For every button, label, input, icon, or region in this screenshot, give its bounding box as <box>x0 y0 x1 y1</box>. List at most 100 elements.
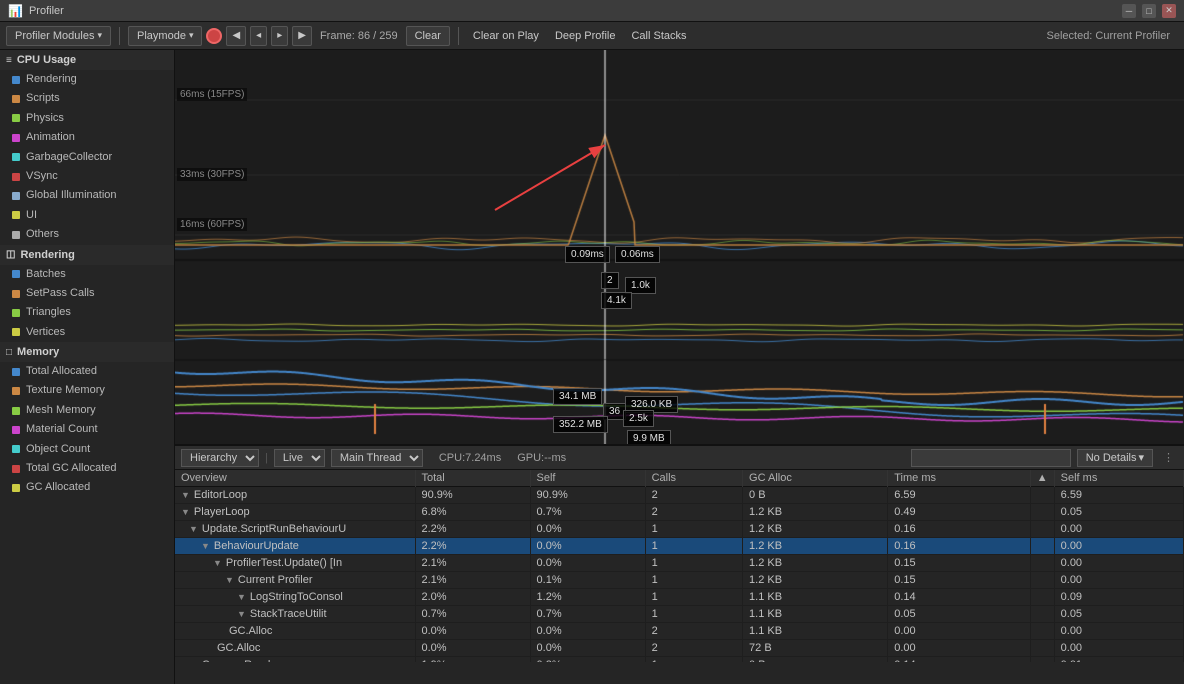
search-input[interactable] <box>911 449 1071 467</box>
table-row[interactable]: ▼ProfilerTest.Update() [In 2.1% 0.0% 1 1… <box>175 555 1184 572</box>
prev-frame-btn[interactable]: ◀ <box>226 26 246 46</box>
expand-arrow[interactable]: ▼ <box>213 558 222 568</box>
thread-select[interactable]: Main Thread <box>331 449 423 467</box>
next-frame-btn[interactable]: ▶ <box>292 26 312 46</box>
table-row[interactable]: ▼LogStringToConsol 2.0% 1.2% 1 1.1 KB 0.… <box>175 589 1184 606</box>
table-row[interactable]: ▼Current Profiler 2.1% 0.1% 1 1.2 KB 0.1… <box>175 572 1184 589</box>
total-gc-dot <box>12 465 20 473</box>
cell-calls: 2 <box>645 640 742 657</box>
sidebar-item-material-count[interactable]: Material Count <box>0 420 174 439</box>
cell-self: 1.2% <box>530 589 645 606</box>
modules-btn[interactable]: Profiler Modules <box>6 26 111 46</box>
sidebar-item-total-allocated[interactable]: Total Allocated <box>0 362 174 381</box>
cell-time-ms: 0.15 <box>888 555 1031 572</box>
table-scroll[interactable]: Overview Total Self Calls GC Alloc Time … <box>175 470 1184 662</box>
minimize-btn[interactable]: ─ <box>1122 4 1136 18</box>
expand-arrow[interactable]: ▼ <box>201 541 210 551</box>
cell-gc-alloc: 1.2 KB <box>743 538 888 555</box>
sidebar-item-physics[interactable]: Physics <box>0 109 174 128</box>
sidebar-item-vsync[interactable]: VSync <box>0 167 174 186</box>
cell-name: ▼LogStringToConsol <box>175 589 415 606</box>
section-header-rendering[interactable]: ◫ Rendering <box>0 245 174 265</box>
live-select[interactable]: Live <box>274 449 325 467</box>
cell-total: 2.1% <box>415 555 530 572</box>
sidebar-item-vertices[interactable]: Vertices <box>0 323 174 342</box>
table-row[interactable]: ▼PlayerLoop 6.8% 0.7% 2 1.2 KB 0.49 0.05 <box>175 504 1184 521</box>
table-row[interactable]: GC.Alloc 0.0% 0.0% 2 1.1 KB 0.00 0.00 <box>175 623 1184 640</box>
cell-flag <box>1030 521 1054 538</box>
sidebar-item-gc[interactable]: GarbageCollector <box>0 148 174 167</box>
sidebar-item-total-gc[interactable]: Total GC Allocated <box>0 459 174 478</box>
deep-profile-label[interactable]: Deep Profile <box>549 30 622 42</box>
sidebar-item-triangles[interactable]: Triangles <box>0 303 174 322</box>
vertices-label: Vertices <box>26 325 65 340</box>
physics-label: Physics <box>26 111 64 126</box>
sidebar-item-animation[interactable]: Animation <box>0 128 174 147</box>
expand-arrow[interactable]: ▼ <box>225 575 234 585</box>
next-frame-step-btn[interactable]: ▸ <box>271 26 288 46</box>
cell-gc-alloc: 1.1 KB <box>743 606 888 623</box>
sidebar-item-scripts[interactable]: Scripts <box>0 89 174 108</box>
col-total[interactable]: Total <box>415 470 530 487</box>
clear-btn[interactable]: Clear <box>406 26 450 46</box>
table-body: ▼EditorLoop 90.9% 90.9% 2 0 B 6.59 6.59 … <box>175 487 1184 663</box>
sidebar-item-object-count[interactable]: Object Count <box>0 440 174 459</box>
close-btn[interactable]: ✕ <box>1162 4 1176 18</box>
playmode-btn[interactable]: Playmode <box>128 26 202 46</box>
sidebar-item-rendering[interactable]: Rendering <box>0 70 174 89</box>
table-row[interactable]: ▼StackTraceUtilit 0.7% 0.7% 1 1.1 KB 0.0… <box>175 606 1184 623</box>
cell-calls: 2 <box>645 487 742 504</box>
expand-arrow[interactable]: ▼ <box>237 592 246 602</box>
table-row[interactable]: ▼EditorLoop 90.9% 90.9% 2 0 B 6.59 6.59 <box>175 487 1184 504</box>
record-btn[interactable] <box>206 28 222 44</box>
chart-area[interactable]: 66ms (15FPS) 33ms (30FPS) 16ms (60FPS) 0… <box>175 50 1184 444</box>
cell-gc-alloc: 72 B <box>743 640 888 657</box>
section-header-cpu[interactable]: ≡ CPU Usage <box>0 50 174 70</box>
table-row[interactable]: ▼BehaviourUpdate 2.2% 0.0% 1 1.2 KB 0.16… <box>175 538 1184 555</box>
cell-self: 0.0% <box>530 640 645 657</box>
call-stacks-label[interactable]: Call Stacks <box>625 30 692 42</box>
sidebar-item-mesh-memory[interactable]: Mesh Memory <box>0 401 174 420</box>
prev-frame-step-btn[interactable]: ◂ <box>250 26 267 46</box>
maximize-btn[interactable]: □ <box>1142 4 1156 18</box>
cell-self-ms: 0.00 <box>1054 623 1183 640</box>
sidebar-item-setpass[interactable]: SetPass Calls <box>0 284 174 303</box>
gc-dot <box>12 153 20 161</box>
expand-arrow[interactable]: ▼ <box>181 490 190 500</box>
expand-arrow[interactable]: ▼ <box>237 609 246 619</box>
more-options-btn[interactable]: ⋮ <box>1159 451 1178 464</box>
sidebar-item-ui[interactable]: UI <box>0 206 174 225</box>
col-overview[interactable]: Overview <box>175 470 415 487</box>
ui-dot <box>12 211 20 219</box>
sidebar-item-gc-alloc[interactable]: GC Allocated <box>0 478 174 497</box>
expand-arrow[interactable]: ▼ <box>189 660 198 662</box>
table-row[interactable]: ▼Update.ScriptRunBehaviourU 2.2% 0.0% 1 … <box>175 521 1184 538</box>
cell-gc-alloc: 0 B <box>743 487 888 504</box>
sidebar-item-others[interactable]: Others <box>0 225 174 244</box>
sidebar-item-gi[interactable]: Global Illumination <box>0 186 174 205</box>
sidebar-item-batches[interactable]: Batches <box>0 265 174 284</box>
expand-arrow[interactable]: ▼ <box>189 524 198 534</box>
sidebar-item-texture-memory[interactable]: Texture Memory <box>0 381 174 400</box>
frame-label: Frame: 86 / 259 <box>316 30 402 42</box>
window-controls: ─ □ ✕ <box>1122 4 1176 18</box>
expand-arrow[interactable]: ▼ <box>181 507 190 517</box>
cell-flag <box>1030 555 1054 572</box>
section-header-memory[interactable]: □ Memory <box>0 342 174 362</box>
others-dot <box>12 231 20 239</box>
clear-on-play-label[interactable]: Clear on Play <box>467 30 545 42</box>
col-time-ms[interactable]: Time ms <box>888 470 1031 487</box>
hierarchy-select[interactable]: Hierarchy <box>181 449 259 467</box>
table-row[interactable]: ▼Camera.Render 1.9% 0.2% 1 0 B 0.14 0.01 <box>175 657 1184 663</box>
no-details-btn[interactable]: No Details ▾ <box>1077 449 1153 467</box>
cell-name: ▼EditorLoop <box>175 487 415 504</box>
col-sort-indicator[interactable]: ▲ <box>1030 470 1054 487</box>
profiler-canvas[interactable] <box>175 50 1184 444</box>
memory-icon: □ <box>6 347 12 358</box>
col-gc-alloc[interactable]: GC Alloc <box>743 470 888 487</box>
col-calls[interactable]: Calls <box>645 470 742 487</box>
col-self-ms[interactable]: Self ms <box>1054 470 1183 487</box>
table-row[interactable]: GC.Alloc 0.0% 0.0% 2 72 B 0.00 0.00 <box>175 640 1184 657</box>
col-self[interactable]: Self <box>530 470 645 487</box>
selected-label: Selected: Current Profiler <box>1047 30 1179 42</box>
